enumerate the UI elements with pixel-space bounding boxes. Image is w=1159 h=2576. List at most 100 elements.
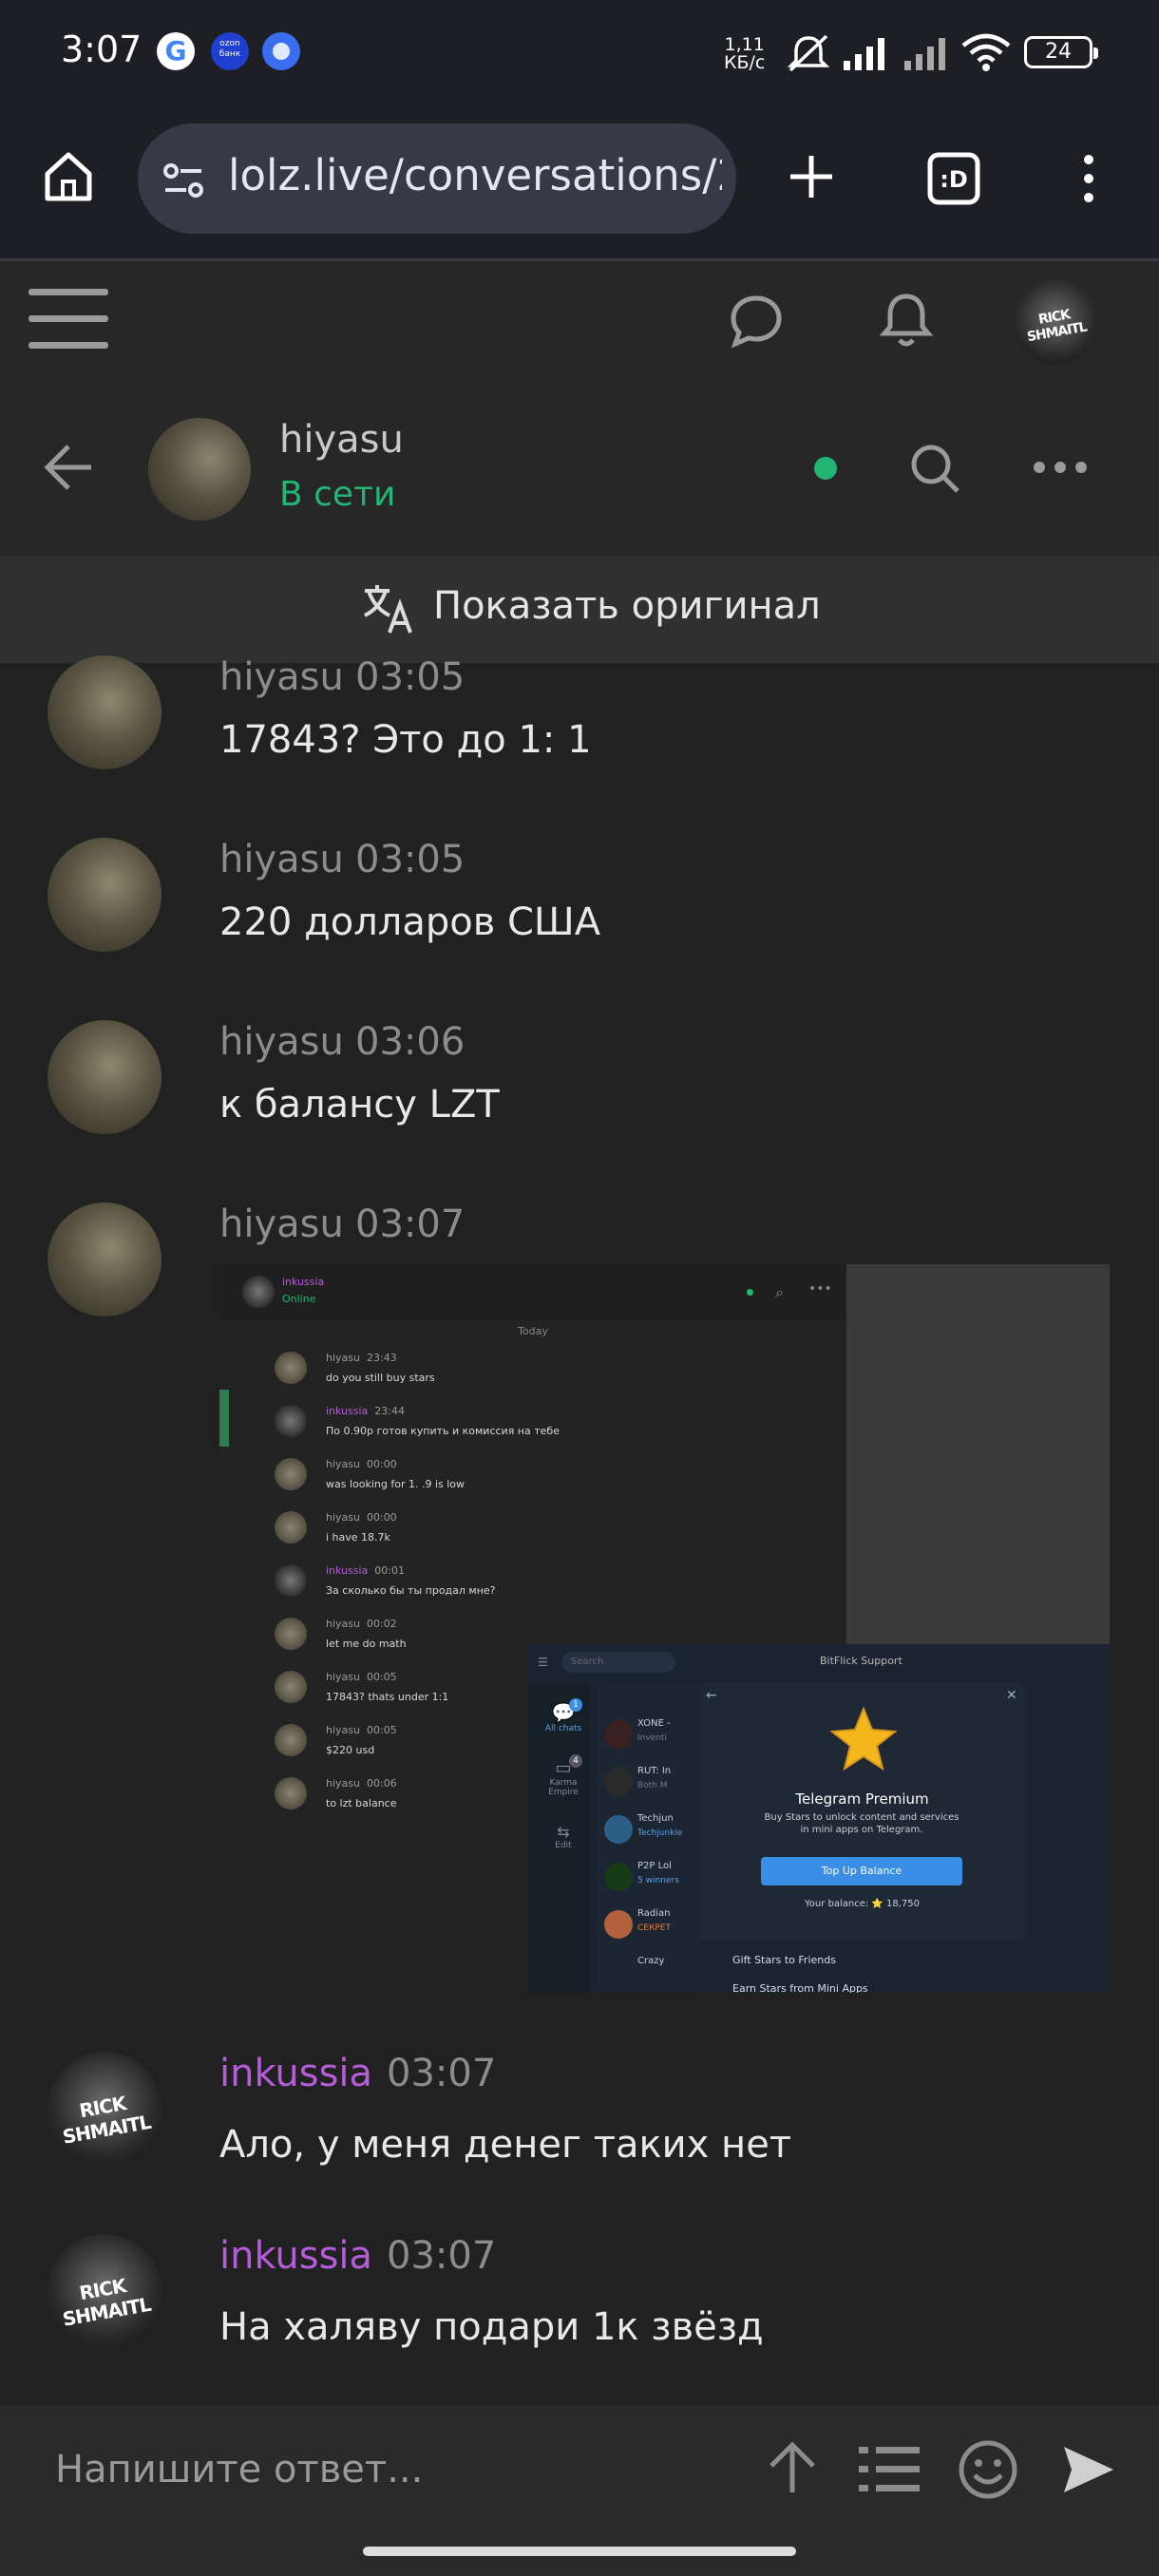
screenshot-support-label: BitFlick Support	[820, 1655, 902, 1667]
message-text: Ало, у меня денег таких нет	[219, 2123, 792, 2167]
image-attachment[interactable]: inkussia Online ⌕ ••• Today hiyasu 23:43…	[219, 1264, 1110, 1993]
site-settings-icon[interactable]	[162, 160, 205, 203]
screenshot-background	[846, 1264, 1110, 1644]
screenshot-msg-text: 17843? thats under 1:1	[326, 1691, 449, 1703]
message-avatar[interactable]: RICK SHMAITL	[48, 2052, 162, 2166]
emoji-icon[interactable]	[958, 2439, 1018, 2500]
new-tab-icon[interactable]	[787, 152, 836, 201]
screenshot-msg-avatar	[275, 1458, 307, 1490]
screenshot-chat-avatar	[604, 1720, 633, 1749]
show-original-label[interactable]: Показать оригинал	[433, 584, 821, 628]
message-avatar[interactable]	[48, 1203, 162, 1316]
svg-text::D: :D	[940, 166, 968, 193]
send-icon[interactable]	[1060, 2441, 1117, 2498]
screenshot-chat-sub: Techjunkie	[637, 1828, 683, 1838]
screenshot-msg-text: to lzt balance	[326, 1797, 397, 1809]
message-time: 03:07	[387, 2234, 497, 2278]
screenshot-msg-meta: hiyasu 00:00	[326, 1458, 397, 1470]
net-speed-unit: КБ/с	[724, 52, 766, 73]
screenshot-popup-title: Telegram Premium	[795, 1790, 929, 1808]
site-header	[0, 261, 1159, 399]
screenshot-menu-icon: ☰	[538, 1656, 548, 1669]
online-status-dot	[814, 457, 837, 480]
back-arrow-icon[interactable]	[42, 443, 95, 492]
screenshot-msg-avatar	[275, 1511, 307, 1544]
screenshot-balance: Your balance: ⭐ 18,750	[804, 1899, 921, 1909]
screenshot-topup-button: Top Up Balance	[761, 1857, 962, 1885]
message-avatar[interactable]: RICK SHMAITL	[48, 2234, 162, 2348]
screenshot-search-field: Search	[561, 1652, 675, 1673]
conversations-icon[interactable]	[728, 293, 785, 350]
avatar-art: RICK SHMAITL	[1025, 307, 1088, 346]
message-avatar[interactable]	[48, 1020, 162, 1134]
screenshot-msg-avatar	[275, 1777, 307, 1809]
message-author[interactable]: hiyasu	[219, 1020, 344, 1064]
screenshot-msg-text: $220 usd	[326, 1744, 375, 1756]
tabs-switcher-icon[interactable]: :D	[927, 152, 980, 205]
message-avatar[interactable]	[48, 838, 162, 952]
message-author[interactable]: inkussia	[219, 2052, 372, 2095]
message-author[interactable]: inkussia	[219, 2234, 372, 2278]
screenshot-chat-title: Crazy	[637, 1956, 665, 1966]
formatting-list-icon[interactable]	[859, 2445, 920, 2494]
search-icon[interactable]	[908, 442, 961, 495]
message-time: 03:05	[355, 655, 466, 699]
screenshot-msg-meta: inkussia 00:01	[326, 1564, 405, 1577]
more-options-icon[interactable]	[1032, 460, 1089, 475]
ozon-bank-icon: ozon банк	[211, 32, 249, 70]
message-time: 03:07	[387, 2052, 497, 2095]
url-text[interactable]: lolz.live/conversations/2	[228, 150, 722, 200]
screenshot-chat-sub: Both M	[637, 1781, 668, 1790]
screenshot-chat-sub: Inventi	[637, 1733, 667, 1743]
reply-input[interactable]: Напишите ответ...	[55, 2448, 423, 2491]
screenshot-status: Online	[282, 1293, 316, 1305]
hamburger-menu-icon[interactable]	[28, 285, 108, 353]
screenshot-chat-sub: 5 winners	[637, 1876, 679, 1885]
screenshot-msg-text: За сколько бы ты продал мне?	[326, 1584, 496, 1597]
upload-arrow-icon[interactable]	[768, 2439, 817, 2496]
screenshot-msg-meta: hiyasu 00:05	[326, 1724, 397, 1736]
screenshot-msg-avatar	[275, 1352, 307, 1384]
screenshot-msg-text: По 0.90р готов купить и комиссия на тебе	[326, 1425, 560, 1437]
partner-avatar[interactable]	[148, 418, 251, 521]
message-avatar[interactable]	[48, 655, 162, 769]
screenshot-highlight	[219, 1390, 229, 1447]
avatar-art: RICK SHMAITL	[61, 2274, 153, 2331]
screenshot-name: inkussia	[282, 1276, 325, 1288]
message-text: к балансу LZT	[219, 1083, 500, 1127]
notifications-bell-icon[interactable]	[878, 291, 935, 350]
home-icon[interactable]	[40, 147, 97, 204]
message-time: 03:06	[355, 1020, 466, 1064]
screenshot-msg-meta: hiyasu 00:06	[326, 1777, 397, 1790]
screenshot-all-chats-badge: 1	[569, 1698, 582, 1712]
avatar-art: RICK SHMAITL	[61, 2092, 153, 2149]
screenshot-msg-meta: inkussia 23:44	[326, 1405, 405, 1417]
net-speed: 1,11 КБ/с	[724, 36, 765, 72]
message-time: 03:07	[355, 1203, 466, 1246]
translate-icon	[361, 581, 414, 635]
message-author[interactable]: hiyasu	[219, 655, 344, 699]
screenshot-chat-avatar	[604, 1910, 633, 1939]
message-author[interactable]: hiyasu	[219, 1203, 344, 1246]
signal-icon-2	[902, 34, 952, 72]
partner-name[interactable]: hiyasu	[279, 418, 404, 462]
message-text: 220 долларов США	[219, 900, 601, 944]
message-author[interactable]: hiyasu	[219, 838, 344, 881]
screenshot-msg-avatar	[275, 1671, 307, 1703]
battery-indicator: 24	[1024, 36, 1098, 68]
screenshot-popup-desc: Buy Stars to unlock content and services…	[764, 1812, 960, 1835]
home-indicator	[363, 2547, 796, 2556]
screenshot-gift-label: Gift Stars to Friends	[732, 1954, 836, 1966]
message-text: На халяву подари 1к звёзд	[219, 2305, 764, 2349]
screenshot-msg-text: i have 18.7k	[326, 1531, 390, 1544]
screenshot-chat-avatar	[604, 1863, 633, 1891]
screenshot-msg-avatar	[275, 1405, 307, 1437]
mute-icon	[785, 32, 832, 74]
screenshot-chat-title: XONE -	[637, 1718, 671, 1729]
screenshot-msg-meta: hiyasu 00:00	[326, 1511, 397, 1524]
screenshot-search-icon: ⌕	[775, 1283, 784, 1301]
screenshot-chat-avatar	[604, 1768, 633, 1796]
browser-menu-icon[interactable]	[1079, 152, 1098, 205]
user-avatar[interactable]: RICK SHMAITL	[1013, 279, 1098, 365]
screenshot-popup-close-icon: ✕	[1006, 1688, 1017, 1703]
